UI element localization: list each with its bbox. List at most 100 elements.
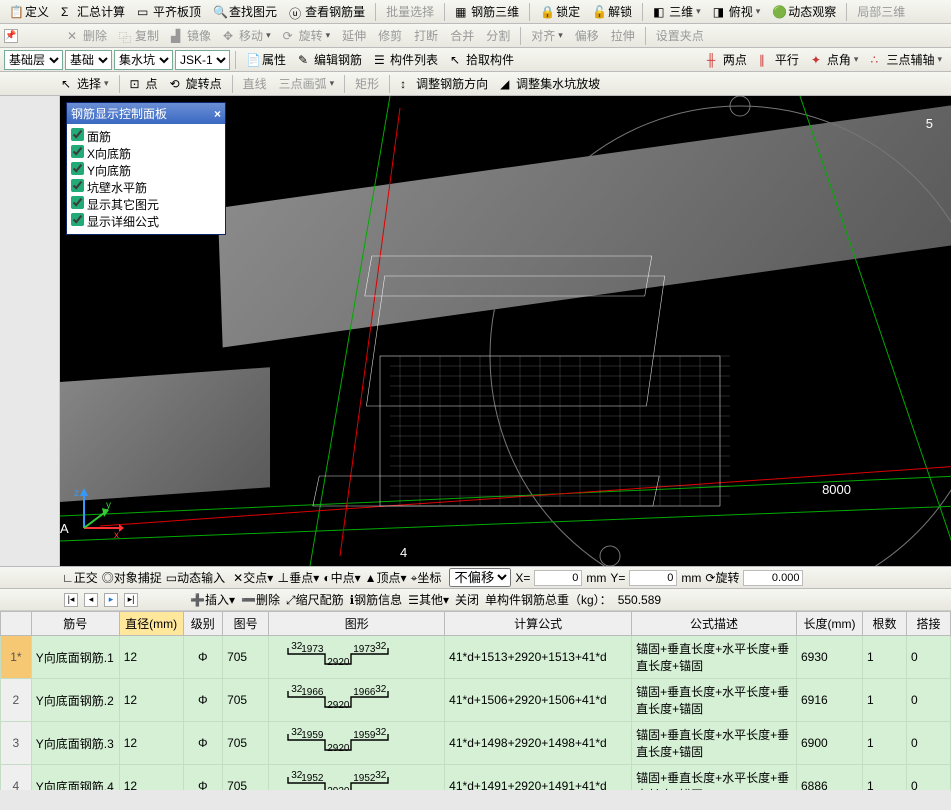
btn-offset[interactable]: 偏移	[570, 24, 604, 47]
cell-shape[interactable]: 3219732920197332	[269, 636, 445, 679]
th-fig[interactable]: 图号	[223, 612, 269, 636]
cell-fig[interactable]: 705	[223, 765, 269, 791]
checkbox[interactable]	[71, 213, 84, 226]
cell-len[interactable]: 6930	[797, 636, 863, 679]
th-qty[interactable]: 根数	[862, 612, 906, 636]
cell-fig[interactable]: 705	[223, 722, 269, 765]
btn-extend[interactable]: 延伸	[337, 24, 371, 47]
nav-first[interactable]: |◂	[64, 593, 78, 607]
table-row[interactable]: 1*Y向底面钢筋.112Φ705321973292019733241*d+151…	[1, 636, 951, 679]
nav-next[interactable]: ▸	[104, 593, 118, 607]
btn-arc3pt[interactable]: 三点画弧▾	[274, 72, 340, 95]
btn-ptangle[interactable]: ✦点角▾	[806, 48, 864, 71]
btn-setgrip[interactable]: 设置夹点	[651, 24, 709, 47]
btn-dynview[interactable]: 🟢动态观察	[767, 0, 841, 23]
panel-check-item[interactable]: Y向底筋	[71, 162, 221, 179]
checkbox[interactable]	[71, 162, 84, 175]
cell-fig[interactable]: 705	[223, 636, 269, 679]
btn-rect[interactable]: 矩形	[350, 72, 384, 95]
btn-delete2[interactable]: ➖删除	[241, 591, 280, 608]
btn-select[interactable]: ↖选择▾	[56, 72, 114, 95]
table-row[interactable]: 2Y向底面钢筋.212Φ705321966292019663241*d+1506…	[1, 679, 951, 722]
input-rot[interactable]	[743, 570, 803, 586]
cell-shape[interactable]: 3219592920195932	[269, 722, 445, 765]
btn-define[interactable]: 📋定义	[4, 0, 54, 23]
panel-check-item[interactable]: X向底筋	[71, 145, 221, 162]
btn-twopt[interactable]: ╫两点	[702, 48, 752, 71]
cell-shape[interactable]: 3219662920196632	[269, 679, 445, 722]
btn-pickelem[interactable]: ↖拾取构件	[445, 48, 519, 71]
th-grade[interactable]: 级别	[183, 612, 223, 636]
btn-xpt[interactable]: ✕交点▾	[233, 569, 273, 586]
cell-desc[interactable]: 锚固+垂直长度+水平长度+垂直长度+锚固	[632, 722, 797, 765]
select-layer[interactable]: 基础层	[4, 50, 63, 70]
nav-last[interactable]: ▸|	[124, 593, 138, 607]
cell-grade[interactable]: Φ	[183, 765, 223, 791]
cell-len[interactable]: 6886	[797, 765, 863, 791]
cell-lap[interactable]: 0	[906, 679, 950, 722]
select-category[interactable]: 基础	[65, 50, 112, 70]
cell-name[interactable]: Y向底面钢筋.1	[31, 636, 119, 679]
btn-coord[interactable]: ⌖坐标	[411, 569, 442, 586]
input-x[interactable]	[534, 570, 582, 586]
btn-apex[interactable]: ▲顶点▾	[365, 569, 407, 586]
btn-move[interactable]: ✥移动▾	[218, 24, 276, 47]
panel-check-item[interactable]: 显示其它图元	[71, 196, 221, 213]
cell-qty[interactable]: 1	[862, 636, 906, 679]
btn-ortho[interactable]: ∟正交	[62, 569, 98, 586]
btn-break[interactable]: 打断	[409, 24, 443, 47]
btn-copy[interactable]: ⿻复制	[114, 24, 164, 47]
th-blank[interactable]	[1, 612, 32, 636]
input-y[interactable]	[629, 570, 677, 586]
btn-batchsel[interactable]: 批量选择	[381, 0, 439, 23]
select-offset[interactable]: 不偏移	[449, 568, 511, 587]
btn-rotate[interactable]: ⟳旋转▾	[278, 24, 336, 47]
th-dia[interactable]: 直径(mm)	[119, 612, 183, 636]
btn-rebarinfo[interactable]: ℹ钢筋信息	[350, 591, 403, 608]
select-type[interactable]: 集水坑	[114, 50, 173, 70]
cell-name[interactable]: Y向底面钢筋.3	[31, 722, 119, 765]
th-lap[interactable]: 搭接	[906, 612, 950, 636]
btn-trim[interactable]: 修剪	[373, 24, 407, 47]
btn-insert[interactable]: ➕插入▾	[190, 591, 235, 608]
cell-formula[interactable]: 41*d+1513+2920+1513+41*d	[445, 636, 632, 679]
btn-scalerebar[interactable]: ⤢缩尺配筋	[286, 591, 344, 608]
cell-fig[interactable]: 705	[223, 679, 269, 722]
cell-grade[interactable]: Φ	[183, 679, 223, 722]
cell-qty[interactable]: 1	[862, 679, 906, 722]
btn-viewrebar[interactable]: ⓤ查看钢筋量	[284, 0, 370, 23]
cell-shape[interactable]: 3219522920195232	[269, 765, 445, 791]
btn-editrebar[interactable]: ✎编辑钢筋	[293, 48, 367, 71]
cell-lap[interactable]: 0	[906, 722, 950, 765]
checkbox[interactable]	[71, 196, 84, 209]
btn-threeptaux[interactable]: ∴三点辅轴▾	[865, 48, 947, 71]
btn-merge[interactable]: 合并	[445, 24, 479, 47]
cell-formula[interactable]: 41*d+1491+2920+1491+41*d	[445, 765, 632, 791]
btn-close[interactable]: 关闭	[455, 591, 479, 608]
rebar-table[interactable]: 筋号 直径(mm) 级别 图号 图形 计算公式 公式描述 长度(mm) 根数 搭…	[0, 610, 951, 790]
checkbox[interactable]	[71, 179, 84, 192]
btn-findelem[interactable]: 🔍查找图元	[208, 0, 282, 23]
btn-other[interactable]: ☰其他▾	[408, 591, 449, 608]
btn-osnap[interactable]: ◎对象捕捉	[102, 569, 162, 586]
btn-point[interactable]: ⊡点	[125, 72, 163, 95]
th-desc[interactable]: 公式描述	[632, 612, 797, 636]
cell-dia[interactable]: 12	[119, 722, 183, 765]
btn-stretch[interactable]: 拉伸	[606, 24, 640, 47]
cell-len[interactable]: 6916	[797, 679, 863, 722]
row-index[interactable]: 4	[1, 765, 32, 791]
btn-lock[interactable]: 🔒锁定	[535, 0, 585, 23]
cell-lap[interactable]: 0	[906, 765, 950, 791]
cell-desc[interactable]: 锚固+垂直长度+水平长度+垂直长度+锚固	[632, 679, 797, 722]
btn-perp[interactable]: ⊥垂点▾	[277, 569, 319, 586]
btn-adjslope[interactable]: ◢调整集水坑放坡	[495, 72, 605, 95]
cell-formula[interactable]: 41*d+1506+2920+1506+41*d	[445, 679, 632, 722]
cell-dia[interactable]: 12	[119, 679, 183, 722]
cell-dia[interactable]: 12	[119, 636, 183, 679]
panel-check-item[interactable]: 坑壁水平筋	[71, 179, 221, 196]
cell-name[interactable]: Y向底面钢筋.4	[31, 765, 119, 791]
btn-elemlist[interactable]: ☰构件列表	[369, 48, 443, 71]
btn-adjrebar[interactable]: ↕调整钢筋方向	[395, 72, 493, 95]
btn-align[interactable]: 对齐▾	[526, 24, 568, 47]
cell-desc[interactable]: 锚固+垂直长度+水平长度+垂直长度+锚固	[632, 636, 797, 679]
